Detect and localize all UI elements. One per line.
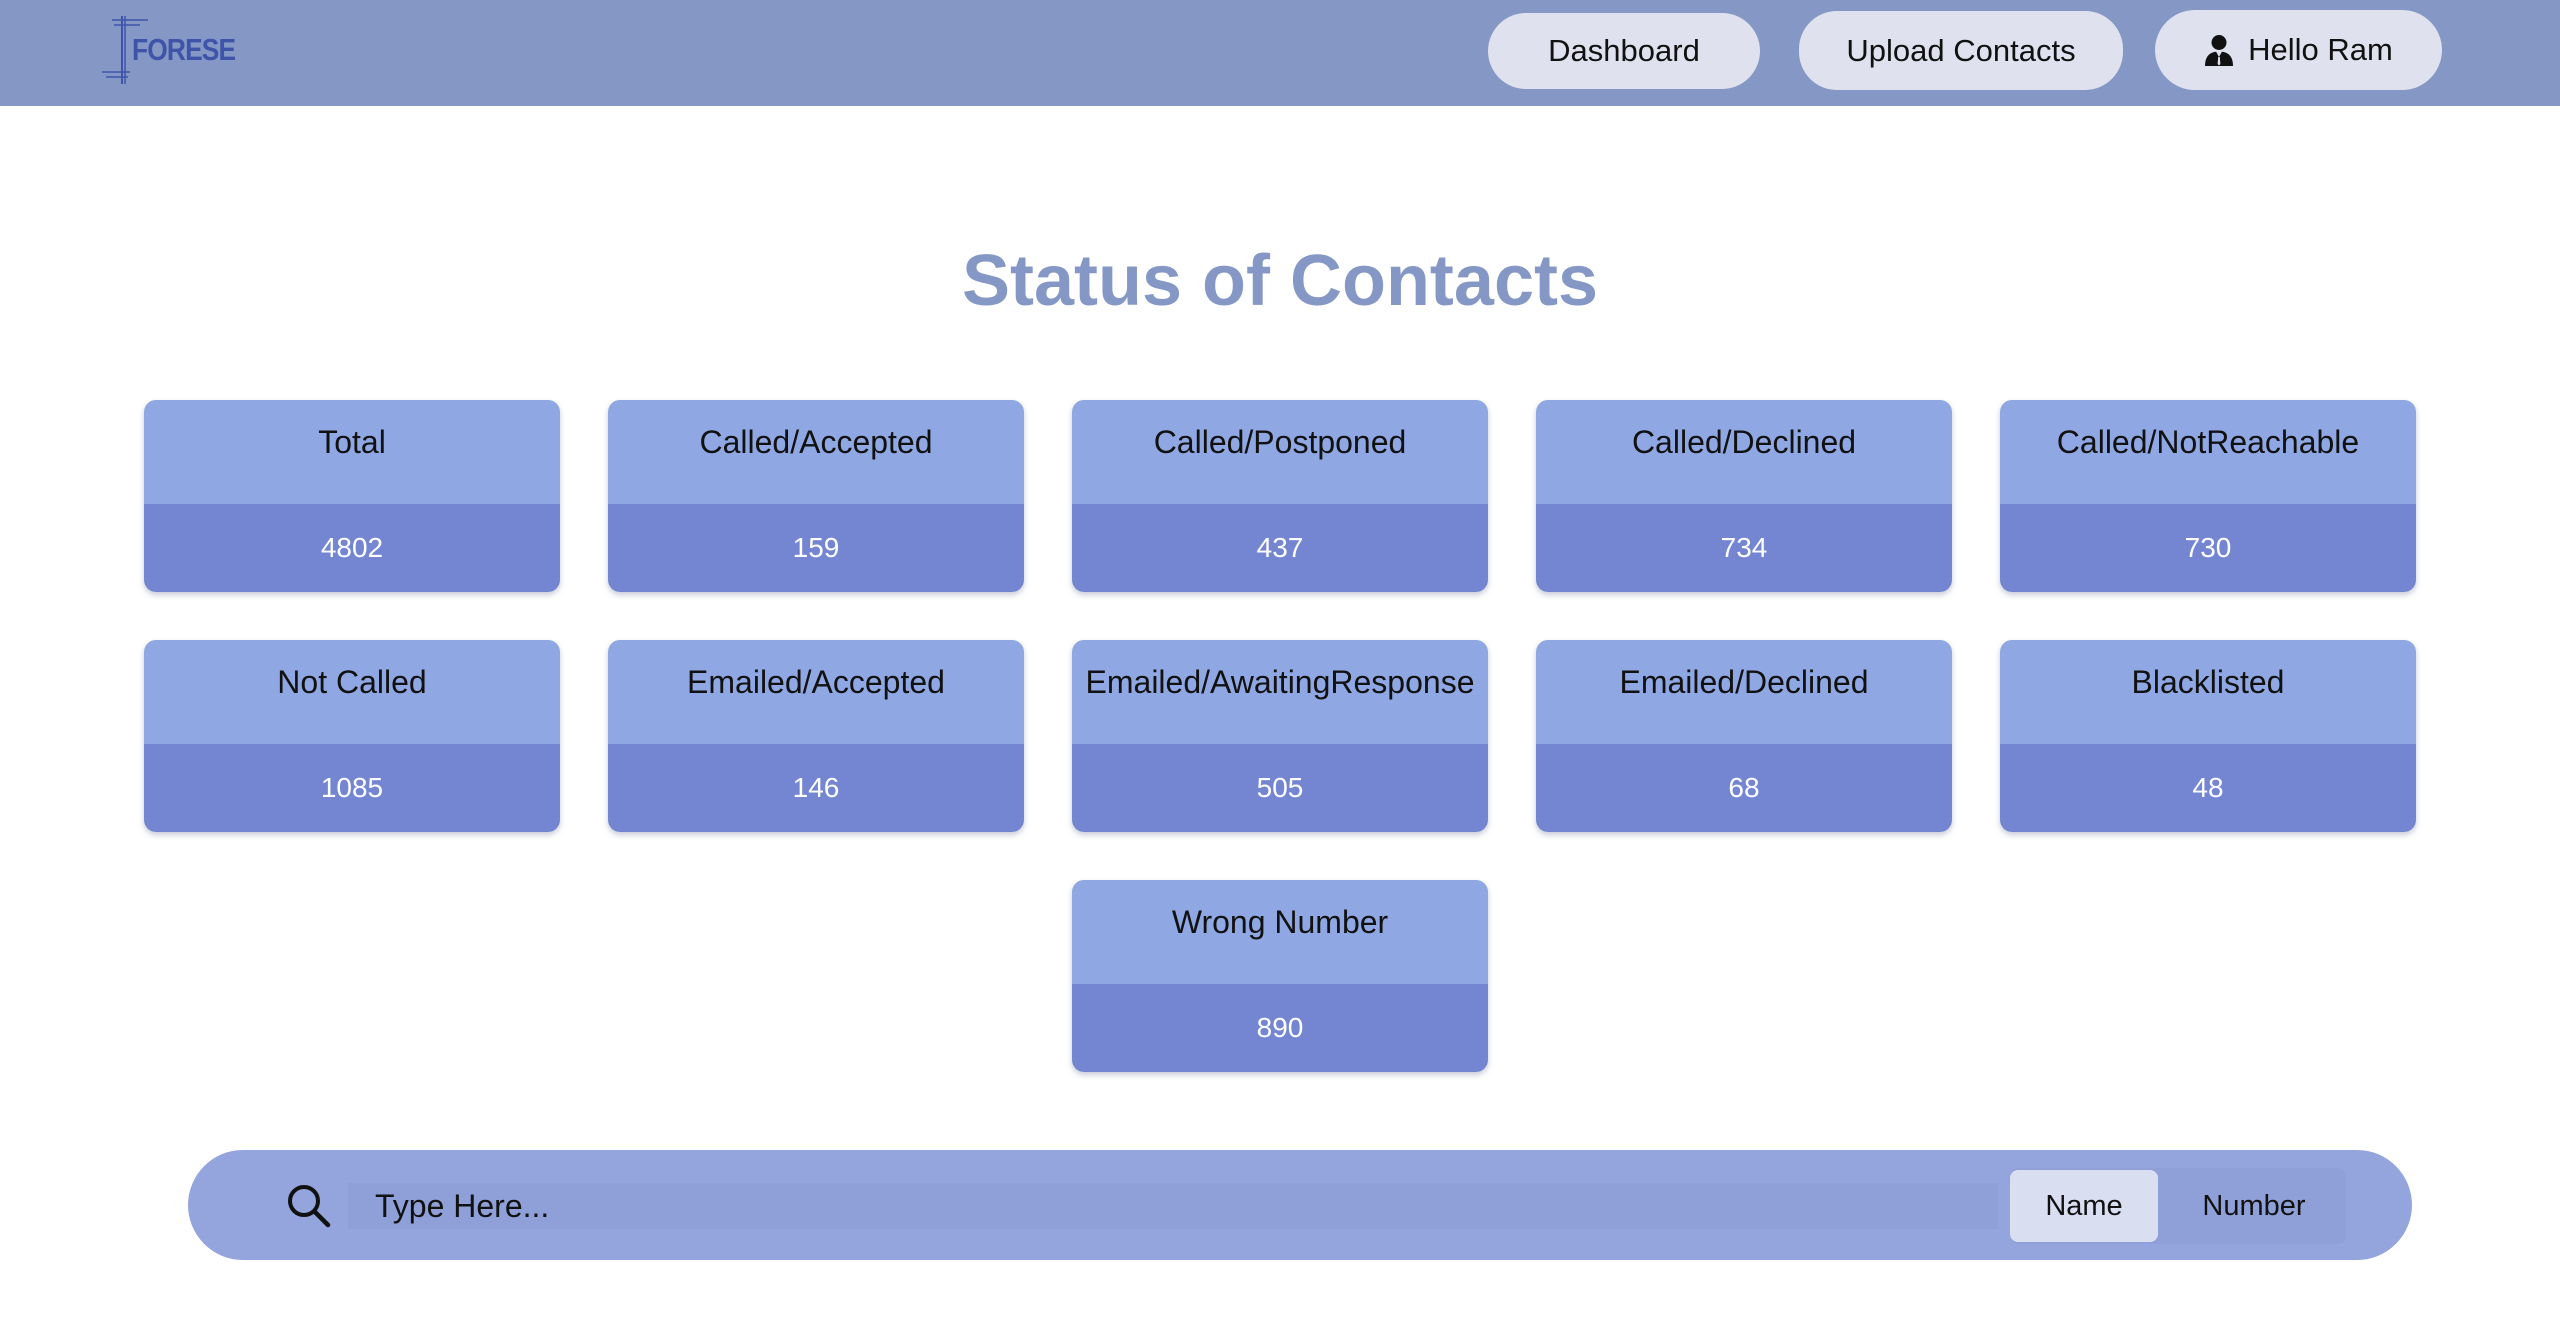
status-card-count: 4802 xyxy=(144,504,560,592)
status-card-label: Called/Accepted xyxy=(608,400,1024,504)
status-card-called-not-reachable[interactable]: Called/NotReachable 730 xyxy=(2000,400,2416,592)
top-navbar: FORESE Dashboard Upload Contacts Hello R… xyxy=(0,0,2560,106)
status-card-count: 159 xyxy=(608,504,1024,592)
forese-logo[interactable]: FORESE xyxy=(100,14,250,86)
status-card-count: 68 xyxy=(1536,744,1952,832)
status-card-wrong-number[interactable]: Wrong Number 890 xyxy=(1072,880,1488,1072)
search-by-name-toggle[interactable]: Name xyxy=(2010,1170,2158,1242)
upload-contacts-button[interactable]: Upload Contacts xyxy=(1799,11,2123,90)
search-icon[interactable] xyxy=(286,1183,332,1229)
search-input[interactable] xyxy=(348,1183,1998,1229)
status-card-count: 734 xyxy=(1536,504,1952,592)
status-card-count: 1085 xyxy=(144,744,560,832)
status-card-label: Emailed/Declined xyxy=(1536,640,1952,744)
user-icon xyxy=(2204,34,2234,66)
status-card-called-declined[interactable]: Called/Declined 734 xyxy=(1536,400,1952,592)
status-card-count: 505 xyxy=(1072,744,1488,832)
status-card-blacklisted[interactable]: Blacklisted 48 xyxy=(2000,640,2416,832)
status-card-count: 48 xyxy=(2000,744,2416,832)
status-card-label: Not Called xyxy=(144,640,560,744)
search-bar: Name Number xyxy=(188,1150,2412,1260)
status-card-label: Called/Postponed xyxy=(1072,400,1488,504)
status-card-label: Blacklisted xyxy=(2000,640,2416,744)
status-card-total[interactable]: Total 4802 xyxy=(144,400,560,592)
status-card-called-accepted[interactable]: Called/Accepted 159 xyxy=(608,400,1024,592)
logo-text: FORESE xyxy=(132,32,236,67)
status-card-label: Emailed/AwaitingResponse xyxy=(1072,640,1488,744)
status-card-count: 146 xyxy=(608,744,1024,832)
status-card-not-called[interactable]: Not Called 1085 xyxy=(144,640,560,832)
status-card-count: 437 xyxy=(1072,504,1488,592)
status-card-label: Called/Declined xyxy=(1536,400,1952,504)
status-card-label: Total xyxy=(144,400,560,504)
user-menu-button[interactable]: Hello Ram xyxy=(2155,10,2442,90)
status-card-emailed-awaiting-response[interactable]: Emailed/AwaitingResponse 505 xyxy=(1072,640,1488,832)
status-card-called-postponed[interactable]: Called/Postponed 437 xyxy=(1072,400,1488,592)
status-card-count: 890 xyxy=(1072,984,1488,1072)
status-card-count: 730 xyxy=(2000,504,2416,592)
search-by-number-toggle[interactable]: Number xyxy=(2170,1170,2338,1242)
search-mode-toggle: Name Number xyxy=(2010,1168,2346,1244)
status-card-label: Wrong Number xyxy=(1072,880,1488,984)
status-card-emailed-declined[interactable]: Emailed/Declined 68 xyxy=(1536,640,1952,832)
status-card-label: Emailed/Accepted xyxy=(608,640,1024,744)
status-card-emailed-accepted[interactable]: Emailed/Accepted 146 xyxy=(608,640,1024,832)
user-greeting: Hello Ram xyxy=(2248,32,2393,67)
page-title: Status of Contacts xyxy=(961,241,1599,321)
status-card-label: Called/NotReachable xyxy=(2000,400,2416,504)
dashboard-button[interactable]: Dashboard xyxy=(1488,13,1760,89)
